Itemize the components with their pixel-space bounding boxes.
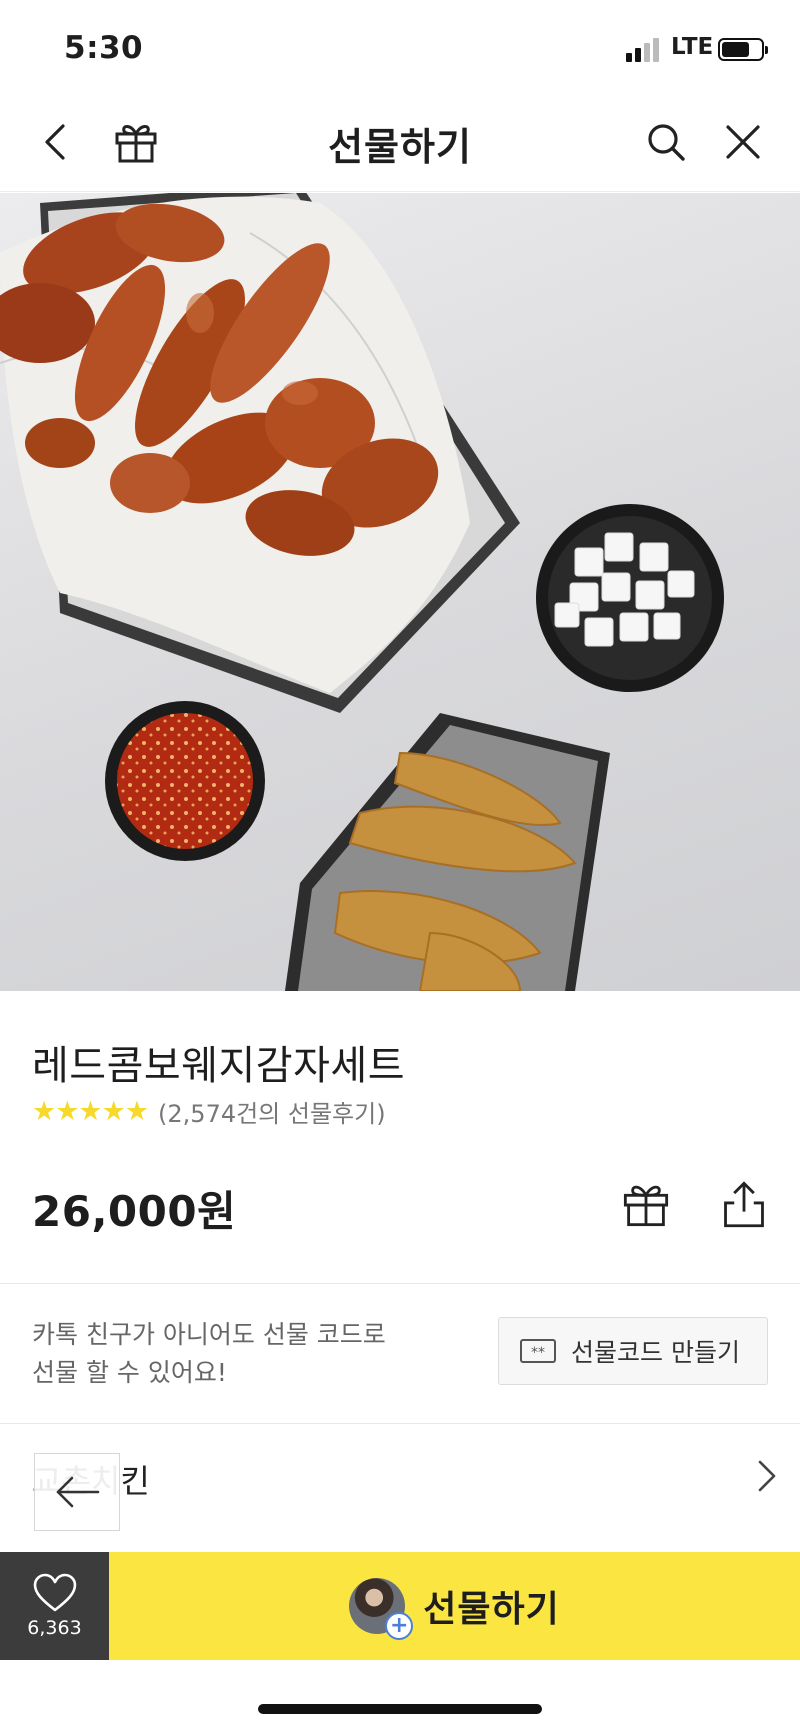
network-label: LTE — [671, 34, 714, 60]
close-icon — [726, 125, 760, 159]
review-count: (2,574건의 선물후기) — [158, 1099, 386, 1128]
create-gift-code-button[interactable]: ** 선물코드 만들기 — [498, 1317, 768, 1385]
wish-count: 6,363 — [27, 1617, 82, 1639]
plus-icon: + — [385, 1612, 414, 1640]
divider — [0, 1283, 800, 1284]
gift-code-message: 카톡 친구가 아니어도 선물 코드로 선물 할 수 있어요! — [32, 1316, 386, 1392]
avatar: + — [349, 1578, 414, 1640]
gift-code-message-line1: 카톡 친구가 아니어도 선물 코드로 — [32, 1320, 386, 1349]
coupon-code-icon: ** — [520, 1339, 556, 1363]
product-image — [0, 193, 800, 991]
arrow-left-icon — [56, 1476, 100, 1508]
product-price: 26,000원 — [32, 1187, 237, 1236]
floating-back-button[interactable] — [34, 1453, 120, 1531]
battery-icon — [718, 38, 768, 61]
home-indicator — [258, 1704, 542, 1714]
status-time: 5:30 — [64, 30, 144, 66]
product-name: 레드콤보웨지감자세트 — [32, 1043, 405, 1089]
product-photo-illustration — [0, 193, 724, 991]
rating-row[interactable]: ★★★★★ (2,574건의 선물후기) — [32, 1095, 386, 1128]
wish-button[interactable]: 6,363 — [0, 1552, 109, 1660]
app-screen: 5:30 LTE 선물하기 레드콤보웨지감자세트 ★★★★★ (2,574건의 … — [0, 0, 800, 1732]
gift-code-message-line2: 선물 할 수 있어요! — [32, 1358, 227, 1387]
signal-icon — [626, 36, 666, 62]
heart-icon — [33, 1573, 76, 1612]
chevron-right-icon — [758, 1460, 776, 1492]
share-button[interactable] — [716, 1176, 772, 1232]
navbar: 선물하기 — [0, 92, 800, 192]
star-rating-icon: ★★★★★ — [32, 1095, 149, 1127]
send-gift-label: 선물하기 — [423, 1589, 560, 1630]
status-bar: 5:30 LTE — [0, 0, 800, 92]
search-button[interactable] — [638, 114, 694, 170]
share-icon — [724, 1181, 764, 1228]
create-gift-code-label: 선물코드 만들기 — [571, 1338, 740, 1367]
gift-for-me-button[interactable] — [618, 1176, 674, 1232]
search-icon — [648, 124, 685, 161]
send-gift-button[interactable]: + 선물하기 — [109, 1552, 800, 1660]
gift-icon — [623, 1185, 669, 1227]
svg-text:**: ** — [531, 1345, 545, 1361]
close-button[interactable] — [715, 114, 771, 170]
brand-row[interactable]: 교촌치킨 — [0, 1424, 800, 1552]
bottom-action-bar: 6,363 + 선물하기 — [0, 1552, 800, 1660]
